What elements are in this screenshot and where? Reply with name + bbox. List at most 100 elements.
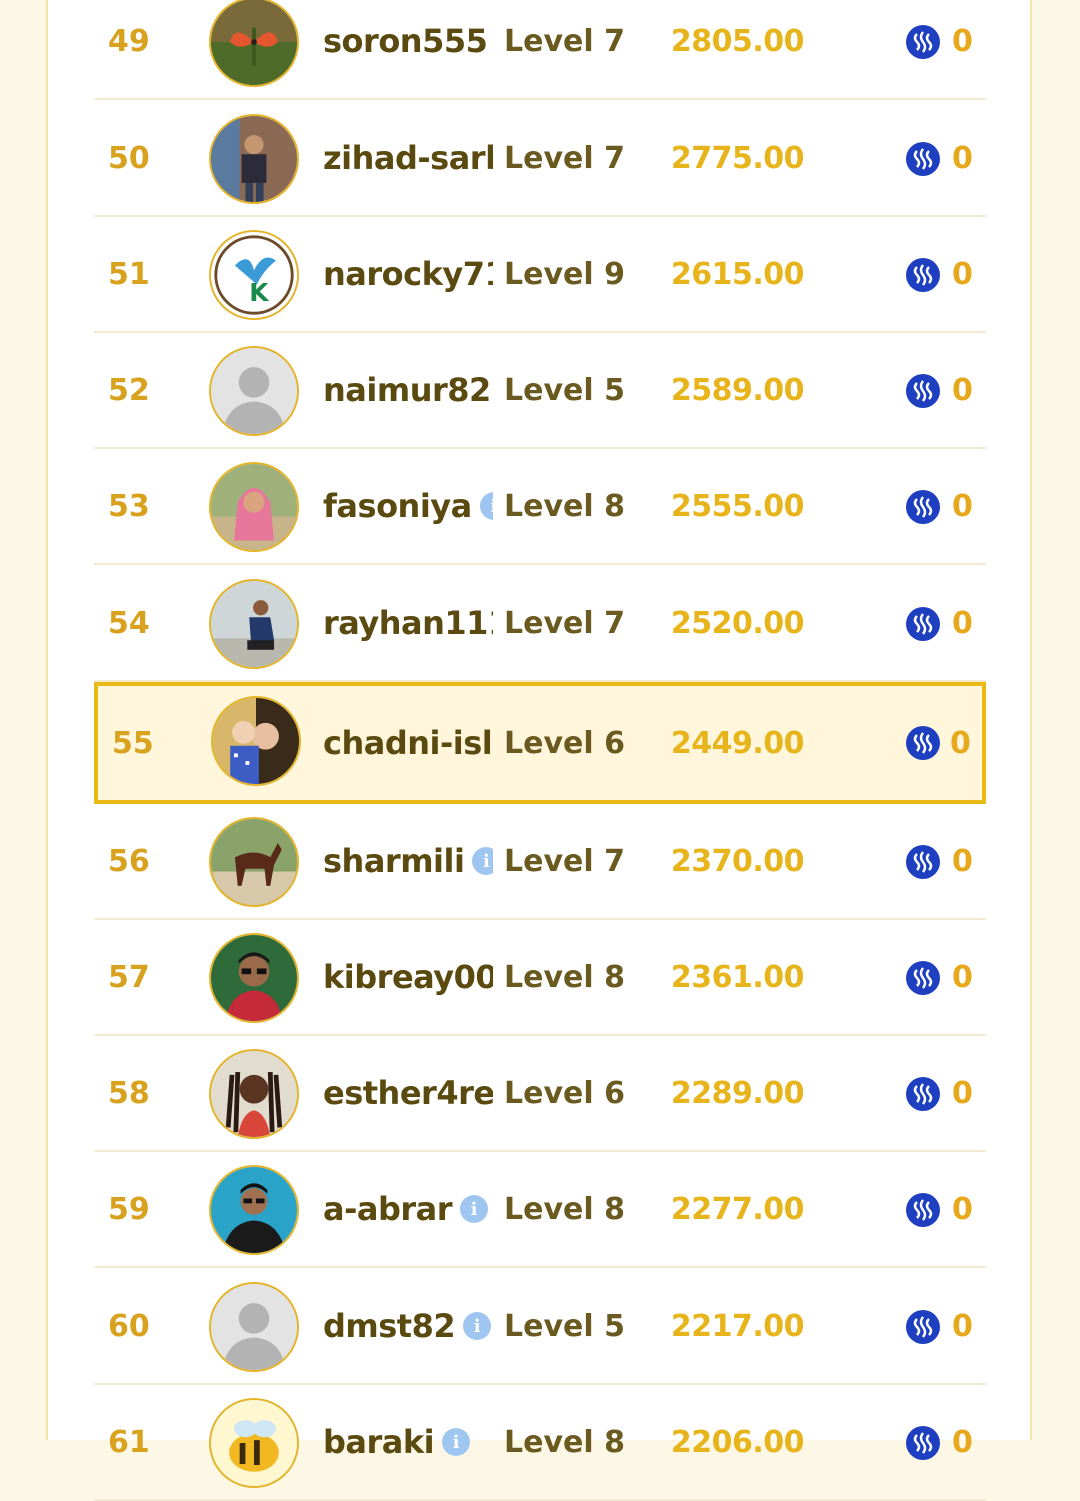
leaderboard-row[interactable]: 54 rayhan111i Level 7 2520.00 0 [94, 566, 986, 682]
info-icon[interactable]: i [460, 1195, 489, 1223]
username-cell: a-abrar i [323, 1152, 493, 1266]
rank-number: 58 [108, 1075, 150, 1111]
username-cell: soron555i [323, 0, 493, 98]
avatar[interactable] [209, 1398, 299, 1488]
avatar[interactable] [211, 696, 301, 786]
username-cell: sharmili i [323, 804, 493, 918]
leaderboard-row[interactable]: 57 kibreay001 Level 8 2361.00 0 [94, 920, 986, 1036]
steem-coin-icon [906, 25, 940, 59]
rank-number: 53 [108, 488, 150, 524]
info-icon[interactable]: i [442, 1428, 471, 1456]
steem-coin-icon [906, 258, 940, 292]
leaderboard-row[interactable]: 58 esther4rea Level 6 2289.00 0 [94, 1036, 986, 1152]
steem-coin-icon [906, 142, 940, 176]
leaderboard-row[interactable]: 49 soron555i Level 7 2805.00 0 [94, 0, 986, 100]
reward-value: 0 [952, 488, 973, 524]
avatar[interactable] [209, 1282, 299, 1372]
avatar[interactable] [209, 933, 299, 1023]
reward-value: 0 [952, 256, 973, 292]
steem-coin-icon [906, 607, 940, 641]
leaderboard-row[interactable]: 56 sharmili i Level 7 2370.00 0 [94, 804, 986, 920]
reward-value: 0 [952, 23, 973, 59]
rank-number: 51 [108, 256, 150, 292]
username[interactable]: rayhan111 [323, 604, 493, 642]
info-icon[interactable]: i [479, 492, 493, 520]
leaderboard-row[interactable]: 52 naimur82i Level 5 2589.00 0 [94, 333, 986, 449]
username[interactable]: narocky71 [323, 255, 493, 293]
username-cell: narocky71 [323, 217, 493, 331]
info-icon[interactable]: i [463, 1312, 492, 1340]
rank-number: 54 [108, 605, 150, 641]
reward-value: 0 [952, 843, 973, 879]
steem-coin-icon [906, 845, 940, 879]
rank-number: 60 [108, 1308, 150, 1344]
points-value: 2520.00 [670, 605, 805, 641]
rank-number: 55 [112, 725, 154, 761]
avatar[interactable] [209, 1165, 299, 1255]
steem-coin-icon [906, 490, 940, 524]
steem-coin-icon [906, 1193, 940, 1227]
username[interactable]: kibreay001 [323, 958, 493, 996]
points-value: 2615.00 [670, 256, 805, 292]
leaderboard-row[interactable]: 61 baraki i Level 8 2206.00 0 [94, 1385, 986, 1501]
username-cell: baraki i [323, 1385, 493, 1499]
steem-coin-icon [906, 1310, 940, 1344]
avatar[interactable] [209, 579, 299, 669]
reward-value: 0 [952, 1424, 973, 1460]
leaderboard-row[interactable]: 53 fasoniyai Level 8 2555.00 0 [94, 449, 986, 565]
leaderboard-row[interactable]: 59 a-abrar i Level 8 2277.00 0 [94, 1152, 986, 1268]
avatar[interactable] [209, 817, 299, 907]
avatar[interactable] [209, 1049, 299, 1139]
rank-number: 61 [108, 1424, 150, 1460]
username[interactable]: chadni-isla [323, 724, 493, 762]
rank-number: 50 [108, 140, 150, 176]
username-cell: esther4rea [323, 1036, 493, 1150]
avatar[interactable] [209, 114, 299, 204]
avatar[interactable] [209, 0, 299, 87]
points-value: 2277.00 [670, 1191, 805, 1227]
reward-value: 0 [952, 605, 973, 641]
leaderboard-row[interactable]: 60 dmst82 i Level 5 2217.00 0 [94, 1269, 986, 1385]
username-cell: rayhan111i [323, 566, 493, 680]
reward-value: 0 [952, 372, 973, 408]
username-cell: fasoniyai [323, 449, 493, 563]
username[interactable]: soron555 [323, 22, 488, 60]
rank-number: 52 [108, 372, 150, 408]
level-label: Level 7 [504, 605, 625, 641]
info-icon[interactable]: i [472, 847, 493, 875]
username[interactable]: baraki [323, 1423, 435, 1461]
leaderboard-row-current-user[interactable]: 55 chadni-isla Level 6 2449.00 0 [94, 682, 986, 804]
username[interactable]: sharmili [323, 842, 465, 880]
username[interactable]: esther4rea [323, 1074, 493, 1112]
leaderboard-row[interactable]: 51 Knarocky71 Level 9 2615.00 0 [94, 217, 986, 333]
rank-number: 49 [108, 23, 150, 59]
avatar[interactable]: K [209, 230, 299, 320]
level-label: Level 7 [504, 140, 625, 176]
rank-number: 59 [108, 1191, 150, 1227]
level-label: Level 7 [504, 843, 625, 879]
points-value: 2361.00 [670, 959, 805, 995]
username-cell: chadni-isla [323, 686, 493, 800]
avatar[interactable] [209, 346, 299, 436]
points-value: 2217.00 [670, 1308, 805, 1344]
leaderboard-row[interactable]: 50 zihad-sark Level 7 2775.00 0 [94, 101, 986, 217]
steem-coin-icon [906, 1077, 940, 1111]
reward-value: 0 [952, 959, 973, 995]
username[interactable]: zihad-sark [323, 139, 493, 177]
username[interactable]: dmst82 [323, 1307, 456, 1345]
avatar[interactable] [209, 462, 299, 552]
level-label: Level 6 [504, 1075, 625, 1111]
username-cell: naimur82i [323, 333, 493, 447]
points-value: 2775.00 [670, 140, 805, 176]
points-value: 2589.00 [670, 372, 805, 408]
username-cell: dmst82 i [323, 1269, 493, 1383]
username[interactable]: fasoniya [323, 487, 472, 525]
level-label: Level 7 [504, 23, 625, 59]
level-label: Level 8 [504, 1191, 625, 1227]
level-label: Level 8 [504, 1424, 625, 1460]
level-label: Level 9 [504, 256, 625, 292]
username[interactable]: a-abrar [323, 1190, 453, 1228]
rank-number: 56 [108, 843, 150, 879]
points-value: 2805.00 [670, 23, 805, 59]
username[interactable]: naimur82 [323, 371, 491, 409]
